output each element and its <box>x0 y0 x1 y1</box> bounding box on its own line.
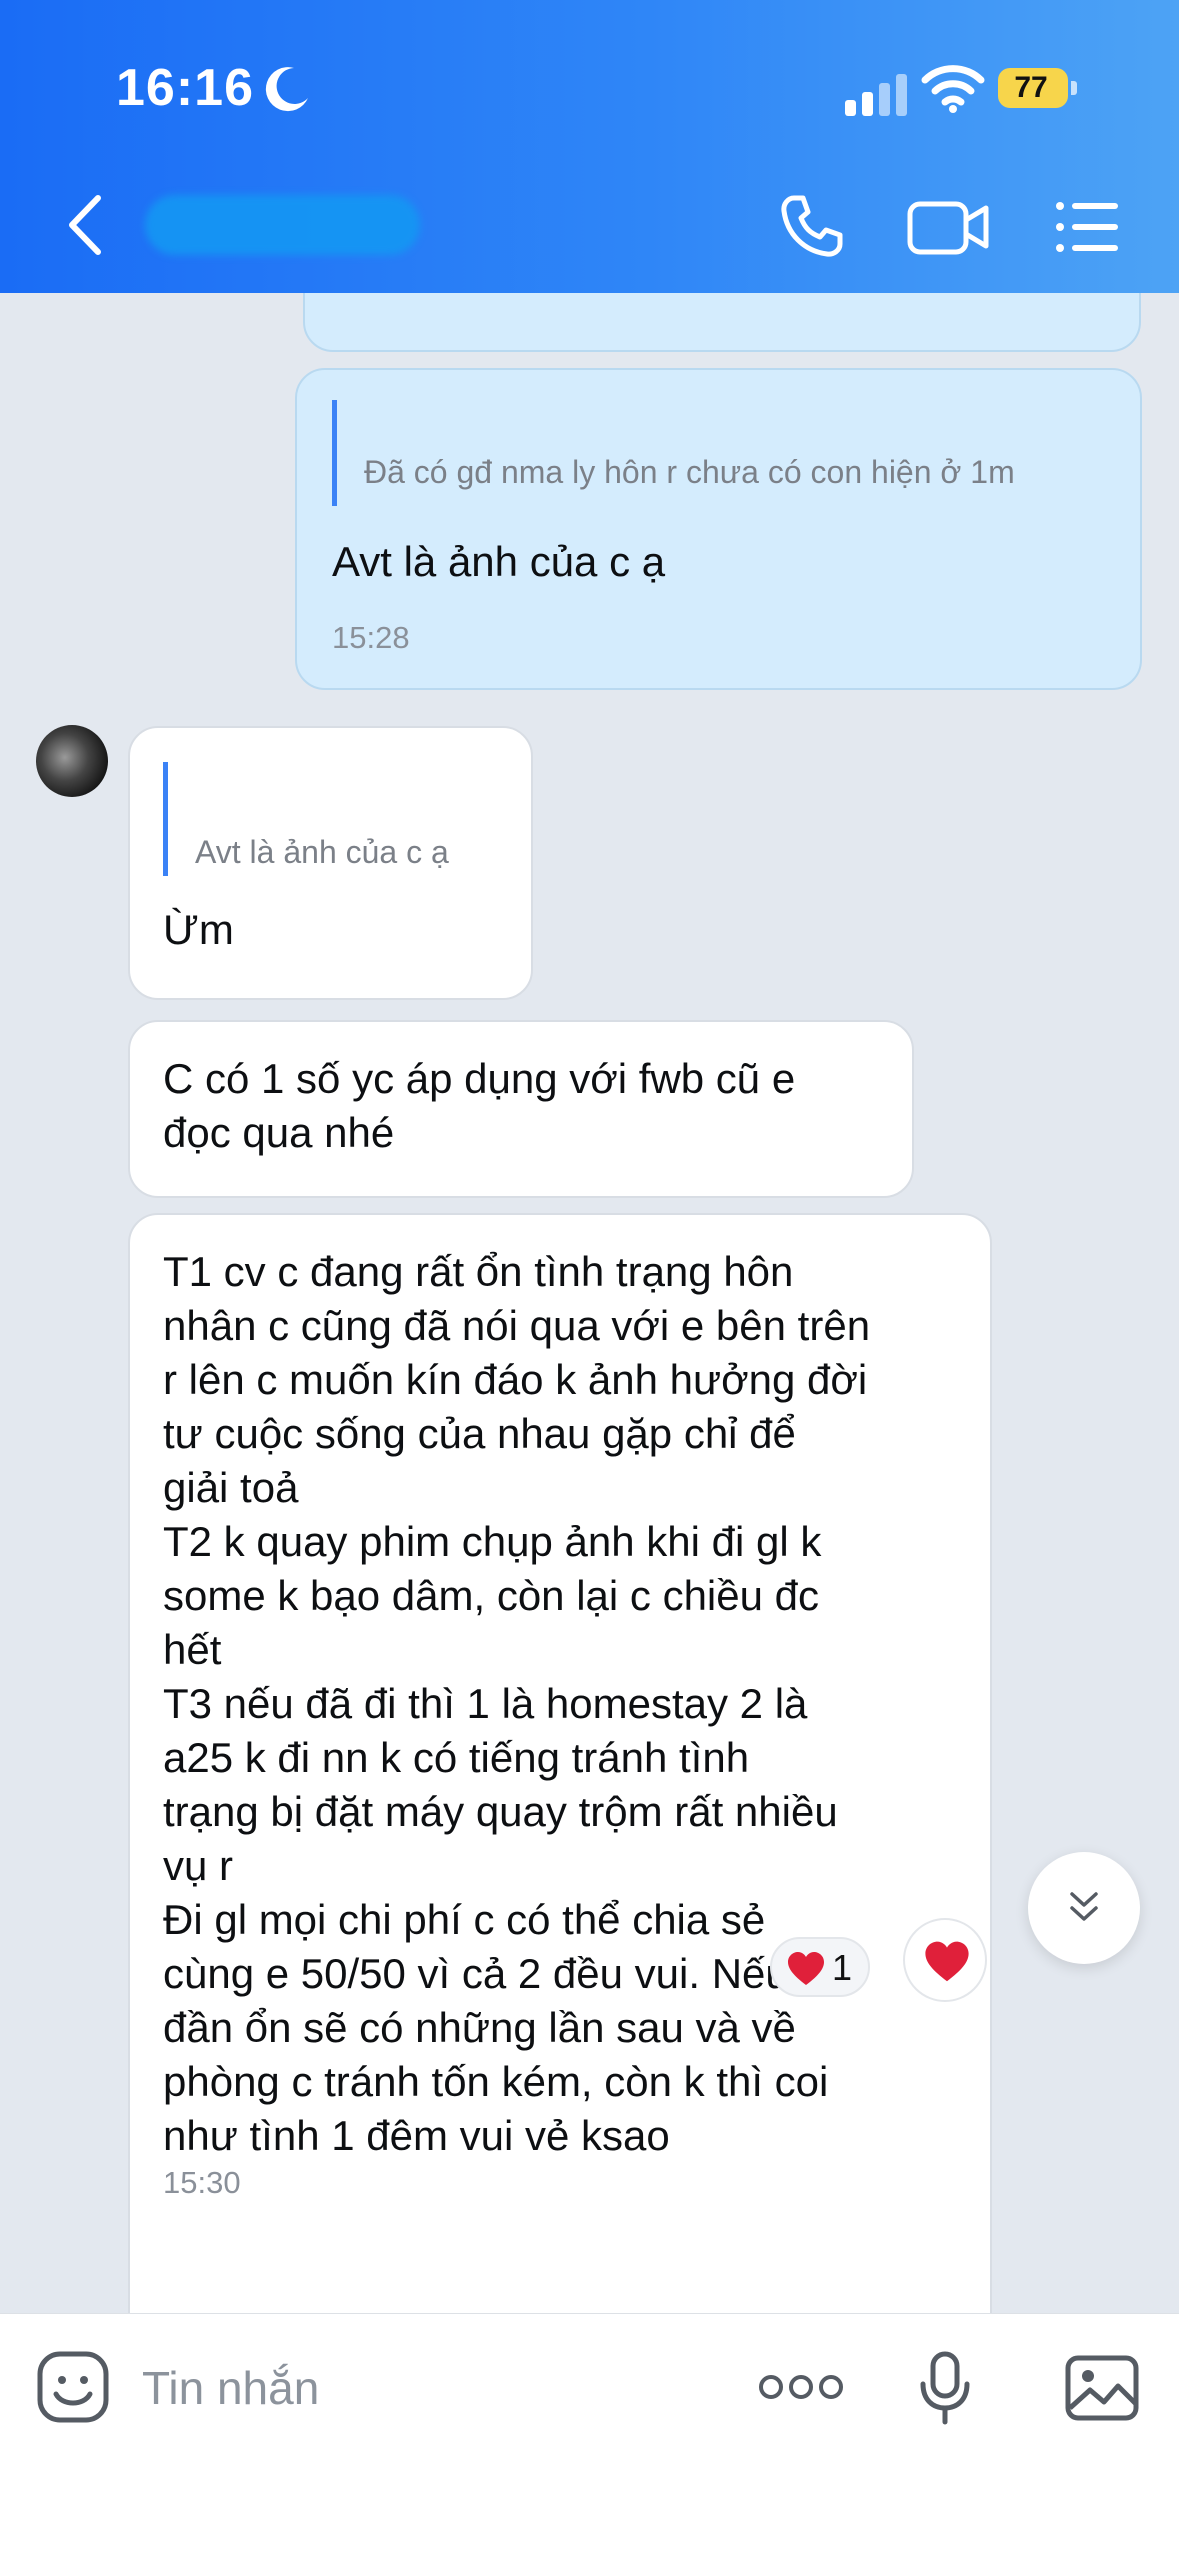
message-text: C có 1 số yc áp dụng với fwb cũ e đọc qu… <box>163 1055 796 1156</box>
avatar[interactable] <box>36 725 108 797</box>
react-button[interactable] <box>903 1918 987 2002</box>
status-time: 16:16 <box>116 59 254 117</box>
moon-icon <box>265 67 308 112</box>
wifi-icon <box>921 65 985 113</box>
microphone-icon[interactable] <box>918 2350 972 2426</box>
reaction-summary[interactable]: 1 <box>770 1937 870 1997</box>
chat-header: 16:16 77 <box>0 0 1179 293</box>
reaction-count: 1 <box>832 1947 853 1988</box>
quoted-text: Avt là ảnh của c ạ <box>195 834 449 870</box>
back-icon[interactable] <box>58 190 118 260</box>
contact-name-redacted[interactable] <box>145 195 420 255</box>
battery-icon: 77 <box>998 68 1078 108</box>
message-text: Ừm <box>163 906 234 953</box>
message-bubble-incoming[interactable]: Avt là ảnh của c ạ Ừm <box>128 726 533 1000</box>
quoted-text: Đã có gđ nma ly hôn r chưa có con hiện ở… <box>364 454 1015 490</box>
menu-icon[interactable] <box>1054 196 1120 258</box>
message-bubble-outgoing[interactable] <box>303 293 1141 352</box>
scroll-to-bottom-button[interactable] <box>1028 1852 1140 1964</box>
message-time: 15:28 <box>332 620 410 655</box>
quoted-message[interactable]: Đã có gđ nma ly hôn r chưa có con hiện ở… <box>332 400 1092 506</box>
phone-icon[interactable] <box>776 192 846 262</box>
message-bubble-incoming[interactable]: T1 cv c đang rất ổn tình trạng hôn nhân … <box>128 1213 992 2313</box>
emoji-icon[interactable] <box>36 2350 110 2424</box>
battery-level: 77 <box>1014 71 1048 104</box>
image-icon[interactable] <box>1064 2354 1140 2422</box>
message-composer <box>0 2313 1179 2557</box>
message-time: 15:30 <box>163 2165 241 2200</box>
message-input[interactable] <box>140 2354 704 2422</box>
quoted-author <box>364 400 1092 434</box>
quoted-message[interactable]: Avt là ảnh của c ạ <box>163 762 503 876</box>
chevron-double-down-icon <box>1070 1892 1098 1921</box>
message-text: Avt là ảnh của c ạ <box>332 538 666 585</box>
message-bubble-outgoing[interactable]: Đã có gđ nma ly hôn r chưa có con hiện ở… <box>295 368 1142 690</box>
video-icon[interactable] <box>906 196 990 258</box>
heart-icon <box>788 1952 824 1985</box>
message-list[interactable]: Đã có gđ nma ly hôn r chưa có con hiện ở… <box>0 293 1179 2313</box>
message-bubble-incoming[interactable]: C có 1 số yc áp dụng với fwb cũ e đọc qu… <box>128 1020 914 1198</box>
signal-icon <box>845 74 907 116</box>
more-dots-icon[interactable] <box>758 2370 844 2404</box>
quoted-author <box>195 762 503 796</box>
message-text: T1 cv c đang rất ổn tình trạng hôn nhân … <box>163 1248 871 2159</box>
heart-icon <box>925 1941 969 1982</box>
